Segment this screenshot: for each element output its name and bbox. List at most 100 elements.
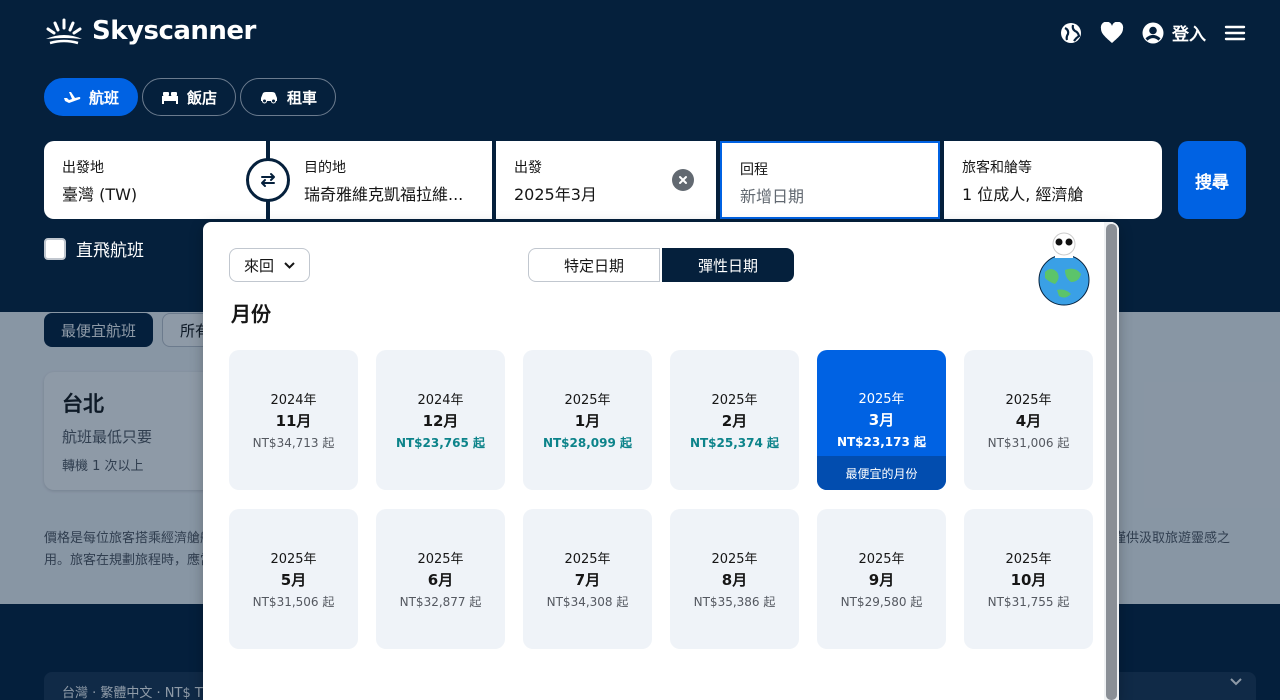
month-year: 2024年 <box>417 393 464 408</box>
month-card-2025-06[interactable]: 2025年 6月 NT$32,877 起 <box>376 509 505 649</box>
trip-type-value: 來回 <box>243 256 274 275</box>
top-nav: 登入 <box>1060 20 1246 45</box>
login-label: 登入 <box>1172 25 1206 45</box>
month-card-2025-07[interactable]: 2025年 7月 NT$34,308 起 <box>523 509 652 649</box>
month-name: 2月 <box>721 412 748 430</box>
month-year: 2025年 <box>417 552 464 567</box>
swap-button[interactable] <box>246 158 290 202</box>
return-placeholder: 新增日期 <box>740 187 805 206</box>
login-button[interactable]: 登入 <box>1142 20 1206 45</box>
plane-icon <box>64 92 81 103</box>
month-price: NT$31,506 起 <box>252 595 335 609</box>
month-name: 1月 <box>574 412 601 430</box>
month-card-2025-08[interactable]: 2025年 8月 NT$35,386 起 <box>670 509 799 649</box>
month-price: NT$31,006 起 <box>987 436 1070 450</box>
tab-flights-label: 航班 <box>89 88 120 107</box>
sunrise-logo-icon <box>46 18 82 45</box>
month-year: 2025年 <box>270 552 317 567</box>
bed-icon <box>162 92 179 104</box>
account-icon <box>1142 22 1164 43</box>
month-card-2024-12[interactable]: 2024年 12月 NT$23,765 起 <box>376 350 505 490</box>
month-price: NT$23,173 起 <box>836 435 927 449</box>
product-tabs: 航班 飯店 租車 <box>44 78 337 116</box>
month-year: 2025年 <box>1005 393 1052 408</box>
origin-field[interactable]: 出發地 臺灣 (TW) <box>44 141 290 219</box>
direct-flights-option[interactable]: 直飛航班 <box>44 236 144 261</box>
month-card-2025-03-selected[interactable]: 2025年 3月 NT$23,173 起 最便宜的月份 <box>817 350 946 490</box>
menu-icon[interactable] <box>1224 24 1246 42</box>
month-price: NT$32,877 起 <box>399 595 482 609</box>
month-year: 2025年 <box>858 552 905 567</box>
destination-field[interactable]: 目的地 瑞奇雅維克凱福拉維... <box>270 141 492 219</box>
month-name: 4月 <box>1015 412 1042 430</box>
month-name: 8月 <box>721 571 748 589</box>
return-label: 回程 <box>740 162 768 178</box>
return-field[interactable]: 回程 新增日期 <box>720 141 940 219</box>
months-section-title: 月份 <box>231 302 271 326</box>
search-button[interactable]: 搜尋 <box>1178 141 1246 219</box>
month-price: NT$34,308 起 <box>546 595 629 609</box>
globe-mascot-icon <box>1038 232 1090 306</box>
mode-specific-dates[interactable]: 特定日期 <box>528 248 660 282</box>
month-year: 2025年 <box>711 393 758 408</box>
travellers-field[interactable]: 旅客和艙等 1 位成人, 經濟艙 <box>944 141 1162 219</box>
tab-flights[interactable]: 航班 <box>44 78 139 116</box>
month-name: 5月 <box>280 571 307 589</box>
month-grid: 2024年 11月 NT$34,713 起 2024年 12月 NT$23,76… <box>229 350 1093 649</box>
depart-field[interactable]: 出發 2025年3月 <box>496 141 716 219</box>
travellers-value: 1 位成人, 經濟艙 <box>962 185 1084 204</box>
clear-depart-button[interactable] <box>672 169 694 191</box>
destination-label: 目的地 <box>304 160 346 176</box>
month-card-2025-01[interactable]: 2025年 1月 NT$28,099 起 <box>523 350 652 490</box>
month-card-2025-04[interactable]: 2025年 4月 NT$31,006 起 <box>964 350 1093 490</box>
month-card-2025-10[interactable]: 2025年 10月 NT$31,755 起 <box>964 509 1093 649</box>
globe-icon[interactable] <box>1060 22 1082 44</box>
month-name: 6月 <box>427 571 454 589</box>
month-name: 10月 <box>1010 571 1047 589</box>
month-price: NT$28,099 起 <box>542 436 633 450</box>
month-price: NT$25,374 起 <box>689 436 780 450</box>
month-name: 3月 <box>868 411 895 429</box>
tab-hotels-label: 飯店 <box>187 88 218 107</box>
month-name: 9月 <box>868 571 895 589</box>
mode-flexible-dates[interactable]: 彈性日期 <box>662 248 794 282</box>
popup-scrollbar[interactable] <box>1104 222 1119 700</box>
destination-value: 瑞奇雅維克凱福拉維... <box>304 185 464 204</box>
skyscanner-logo[interactable]: Skyscanner <box>44 16 256 46</box>
travellers-label: 旅客和艙等 <box>962 160 1032 176</box>
depart-value: 2025年3月 <box>514 185 597 204</box>
month-card-2025-09[interactable]: 2025年 9月 NT$29,580 起 <box>817 509 946 649</box>
month-year: 2025年 <box>711 552 758 567</box>
depart-label: 出發 <box>514 160 542 176</box>
month-year: 2025年 <box>564 552 611 567</box>
month-price: NT$23,765 起 <box>395 436 486 450</box>
month-year: 2025年 <box>1005 552 1052 567</box>
origin-label: 出發地 <box>62 160 104 176</box>
scrollbar-thumb[interactable] <box>1106 224 1117 700</box>
car-icon <box>261 92 278 104</box>
date-mode-toggle: 特定日期 彈性日期 <box>528 248 794 282</box>
month-name: 12月 <box>422 412 459 430</box>
month-price: NT$31,755 起 <box>987 595 1070 609</box>
month-name: 7月 <box>574 571 601 589</box>
month-card-2025-05[interactable]: 2025年 5月 NT$31,506 起 <box>229 509 358 649</box>
brand-name: Skyscanner <box>92 16 256 46</box>
origin-value: 臺灣 (TW) <box>62 185 138 204</box>
month-name: 11月 <box>275 412 312 430</box>
month-card-2025-02[interactable]: 2025年 2月 NT$25,374 起 <box>670 350 799 490</box>
tab-car-hire-label: 租車 <box>287 88 318 107</box>
tab-hotels[interactable]: 飯店 <box>142 78 237 116</box>
swap-arrows-icon <box>261 173 275 187</box>
direct-flights-checkbox[interactable] <box>44 237 66 260</box>
close-icon <box>679 176 687 184</box>
flight-search-form: 出發地 臺灣 (TW) 目的地 瑞奇雅維克凱福拉維... 出發 2025年3月 … <box>44 141 1162 219</box>
trip-type-select[interactable]: 來回 <box>229 248 310 282</box>
month-year: 2025年 <box>858 392 905 407</box>
chevron-down-icon <box>284 261 295 269</box>
month-price: NT$29,580 起 <box>840 595 923 609</box>
heart-icon[interactable] <box>1100 21 1124 44</box>
month-price: NT$35,386 起 <box>693 595 776 609</box>
month-year: 2024年 <box>270 393 317 408</box>
month-card-2024-11[interactable]: 2024年 11月 NT$34,713 起 <box>229 350 358 490</box>
tab-car-hire[interactable]: 租車 <box>240 78 337 116</box>
